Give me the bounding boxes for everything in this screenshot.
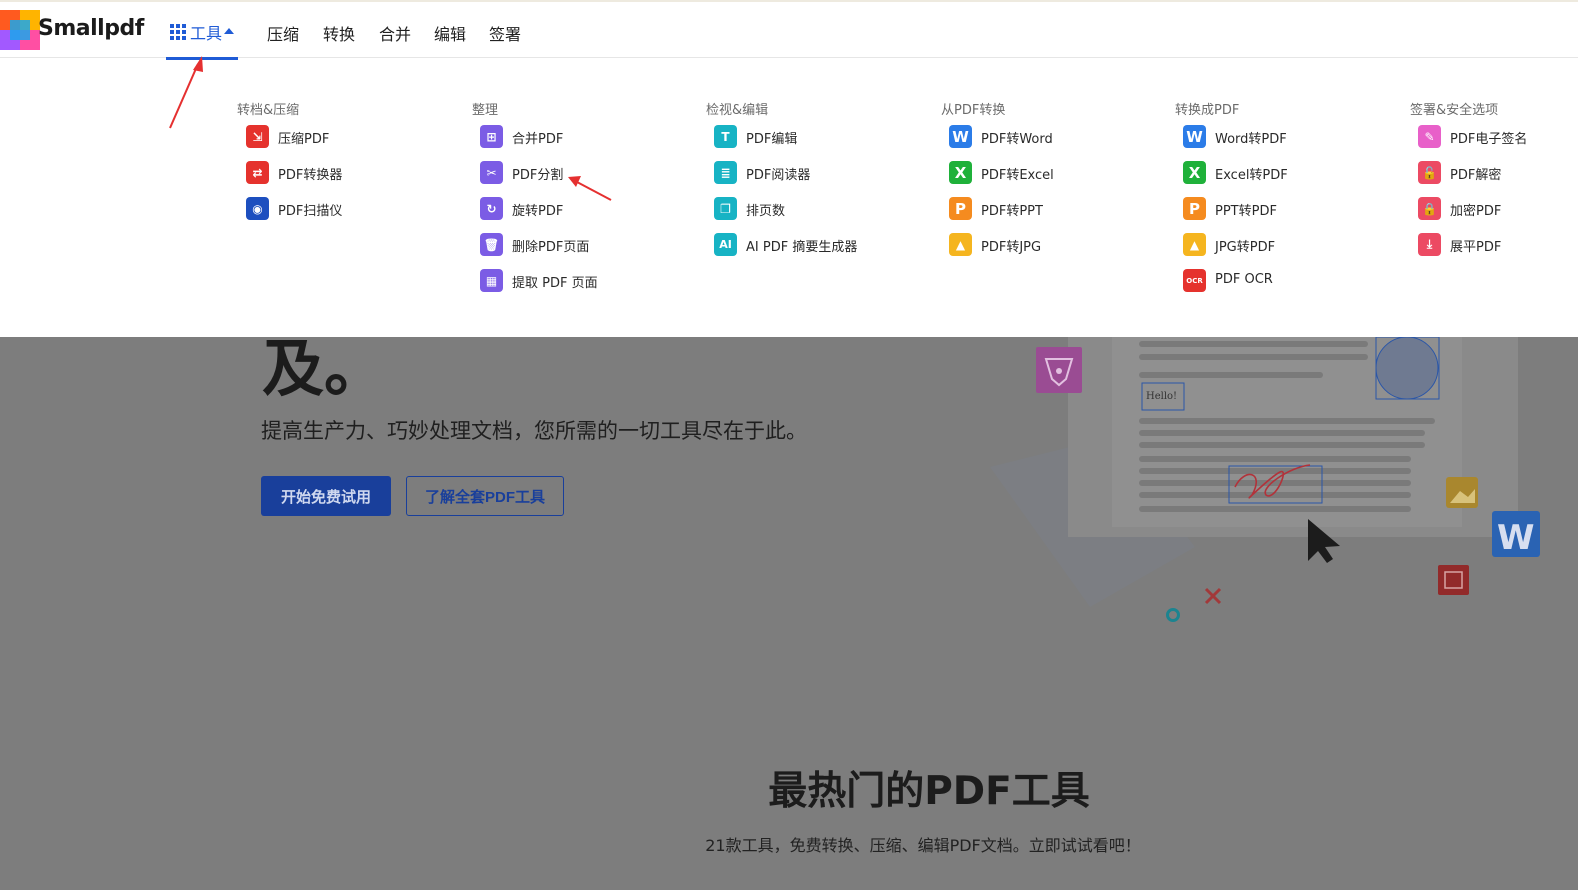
svg-text:W: W: [1497, 518, 1535, 558]
camera-icon: ◉: [246, 197, 269, 220]
decor-circle: [1166, 608, 1180, 622]
flatten-icon: ⤓: [1418, 233, 1441, 256]
column-title-convert-compress: 转档&压缩: [237, 103, 300, 118]
crop-icon: [1438, 565, 1469, 595]
popular-tools-title: 最热门的PDF工具: [768, 769, 1090, 814]
explore-tools-button[interactable]: 了解全套PDF工具: [406, 476, 564, 516]
ppt-icon: P: [949, 197, 972, 220]
top-navbar: Smallpdf 工具 压缩 转换 合并 编辑 签署: [0, 0, 1578, 60]
trash-icon: 🗑: [480, 233, 503, 256]
merge-icon: ⊞: [480, 125, 503, 148]
convert-icon: ⇄: [246, 161, 269, 184]
compress-icon: ⇲: [246, 125, 269, 148]
ocr-icon: OCR: [1183, 269, 1206, 292]
nav-merge[interactable]: 合并: [379, 21, 411, 45]
column-title-sign-security: 签署&安全选项: [1410, 103, 1499, 118]
nav-compress[interactable]: 压缩: [267, 21, 299, 45]
hero-illustration: Hello! W: [990, 337, 1540, 622]
column-title-view-edit: 检视&编辑: [706, 103, 769, 118]
ai-icon: AI: [714, 233, 737, 256]
page-number-icon: ❐: [714, 197, 737, 220]
illustration-circle: [1375, 337, 1439, 400]
signature-icon: ✎: [1418, 125, 1441, 148]
nav-tools-label: 工具: [190, 24, 223, 43]
lock-icon: 🔒: [1418, 197, 1441, 220]
excel-icon: X: [949, 161, 972, 184]
word-icon: W: [1183, 125, 1206, 148]
popular-tools-subtitle: 21款工具，免费转换、压缩、编辑PDF文档。立即试试看吧！: [705, 836, 1141, 855]
image-icon: ▲: [949, 233, 972, 256]
annotation-arrow-icon: [169, 56, 203, 129]
annotation-arrow-icon: [568, 176, 612, 201]
rotate-icon: ↻: [480, 197, 503, 220]
brand-name[interactable]: Smallpdf: [38, 16, 144, 41]
reader-icon: ≣: [714, 161, 737, 184]
smallpdf-logo-icon[interactable]: [0, 10, 40, 50]
hero-subtitle: 提高生产力、巧妙处理文档，您所需的一切工具尽在于此。: [261, 419, 807, 443]
illustration-hello-text: Hello!: [1146, 391, 1177, 402]
unlock-icon: 🔓: [1418, 161, 1441, 184]
scissors-icon: ✂: [480, 161, 503, 184]
column-title-to-pdf: 转换成PDF: [1175, 103, 1240, 118]
nav-edit[interactable]: 编辑: [434, 21, 466, 45]
start-free-trial-button[interactable]: 开始免费试用: [261, 476, 391, 516]
text-edit-icon: T: [714, 125, 737, 148]
tools-dropdown-panel: 转档&压缩 整理 检视&编辑 从PDF转换 转换成PDF 签署&安全选项 ⇲ 压…: [0, 58, 1578, 337]
nav-convert[interactable]: 转换: [323, 21, 355, 45]
caret-up-icon: [224, 28, 234, 34]
image-icon: ▲: [1183, 233, 1206, 256]
word-icon: W: [949, 125, 972, 148]
decor-cross-icon: [1204, 587, 1222, 605]
extract-icon: ▦: [480, 269, 503, 292]
grid-icon: [170, 24, 186, 40]
ppt-icon: P: [1183, 197, 1206, 220]
column-title-from-pdf: 从PDF转换: [941, 103, 1006, 118]
excel-icon: X: [1183, 161, 1206, 184]
column-title-organize: 整理: [472, 103, 499, 118]
nav-sign[interactable]: 签署: [489, 21, 521, 45]
nav-tools-menu[interactable]: 工具: [166, 2, 238, 60]
